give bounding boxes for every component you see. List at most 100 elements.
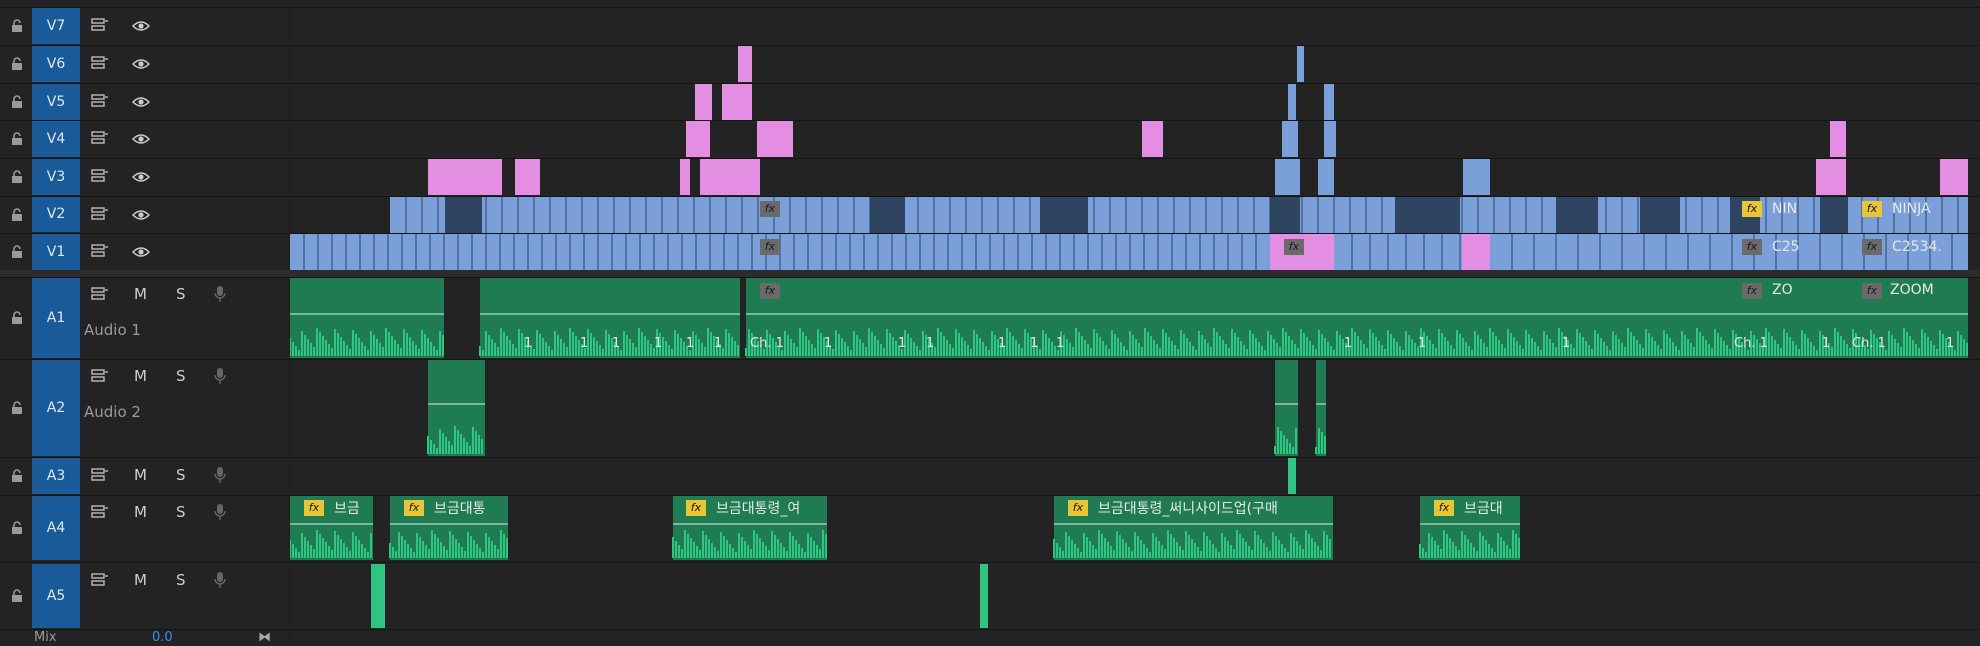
eye-icon[interactable] bbox=[131, 207, 151, 223]
v2-gap-clip[interactable] bbox=[445, 197, 482, 233]
v4-pink-clip[interactable] bbox=[686, 121, 710, 157]
solo-button[interactable]: S bbox=[176, 285, 186, 303]
v5-clip[interactable] bbox=[1324, 84, 1334, 120]
lock-icon[interactable] bbox=[10, 588, 24, 602]
eye-icon[interactable] bbox=[131, 244, 151, 260]
v3-pink-clip[interactable] bbox=[428, 159, 502, 195]
track-target-toggle[interactable]: A2 bbox=[32, 360, 80, 456]
track-target-toggle[interactable]: A5 bbox=[32, 564, 80, 628]
v3-pink-clip[interactable] bbox=[680, 159, 690, 195]
fx-badge[interactable]: fx bbox=[1284, 239, 1304, 255]
sync-lock-icon[interactable] bbox=[90, 17, 110, 33]
a5-audio-clip[interactable] bbox=[980, 564, 988, 628]
v6-pink-clip[interactable] bbox=[738, 46, 752, 82]
fx-badge[interactable]: fx bbox=[404, 500, 424, 516]
solo-button[interactable]: S bbox=[176, 571, 186, 589]
microphone-icon[interactable] bbox=[210, 367, 230, 384]
sync-lock-icon[interactable] bbox=[90, 572, 110, 588]
v5-clip[interactable] bbox=[1288, 84, 1296, 120]
lock-icon[interactable] bbox=[10, 207, 24, 221]
eye-icon[interactable] bbox=[131, 131, 151, 147]
mix-end-icon[interactable]: ⧓ bbox=[258, 630, 271, 645]
lock-icon[interactable] bbox=[10, 400, 24, 414]
fx-badge[interactable]: fx bbox=[1742, 239, 1762, 255]
v1-pink-clip[interactable] bbox=[1462, 234, 1490, 270]
v3-pink-clip[interactable] bbox=[1816, 159, 1846, 195]
timeline-area[interactable] bbox=[290, 0, 1980, 646]
mute-button[interactable]: M bbox=[134, 466, 147, 484]
fx-badge[interactable]: fx bbox=[1068, 500, 1088, 516]
fx-badge[interactable]: fx bbox=[304, 500, 324, 516]
lock-icon[interactable] bbox=[10, 310, 24, 324]
v2-gap-clip[interactable] bbox=[1270, 197, 1300, 233]
lock-icon[interactable] bbox=[10, 131, 24, 145]
mute-button[interactable]: M bbox=[134, 285, 147, 303]
track-target-toggle[interactable]: A3 bbox=[32, 458, 80, 494]
fx-badge[interactable]: fx bbox=[1742, 283, 1762, 299]
lock-icon[interactable] bbox=[10, 468, 24, 482]
fx-badge[interactable]: fx bbox=[760, 283, 780, 299]
sync-lock-icon[interactable] bbox=[90, 206, 110, 222]
sync-lock-icon[interactable] bbox=[90, 93, 110, 109]
sync-lock-icon[interactable] bbox=[90, 368, 110, 384]
v1-clip[interactable] bbox=[1334, 234, 1462, 270]
sync-lock-icon[interactable] bbox=[90, 286, 110, 302]
v5-pink-clip[interactable] bbox=[695, 84, 712, 120]
v4-clip[interactable] bbox=[1282, 121, 1298, 157]
track-target-toggle[interactable]: V7 bbox=[32, 8, 80, 44]
microphone-icon[interactable] bbox=[210, 285, 230, 302]
a3-audio-clip[interactable] bbox=[1288, 458, 1296, 494]
track-target-toggle[interactable]: V2 bbox=[32, 197, 80, 232]
v3-pink-clip[interactable] bbox=[1940, 159, 1968, 195]
v3-clip[interactable] bbox=[1318, 159, 1334, 195]
microphone-icon[interactable] bbox=[210, 503, 230, 520]
v5-pink-clip[interactable] bbox=[722, 84, 752, 120]
track-target-toggle[interactable]: V6 bbox=[32, 46, 80, 82]
eye-icon[interactable] bbox=[131, 94, 151, 110]
sync-lock-icon[interactable] bbox=[90, 467, 110, 483]
solo-button[interactable]: S bbox=[176, 503, 186, 521]
lock-icon[interactable] bbox=[10, 520, 24, 534]
fx-badge[interactable]: fx bbox=[1742, 201, 1762, 217]
eye-icon[interactable] bbox=[131, 169, 151, 185]
track-target-toggle[interactable]: V4 bbox=[32, 121, 80, 157]
v2-gap-clip[interactable] bbox=[1395, 197, 1460, 233]
fx-badge[interactable]: fx bbox=[1434, 500, 1454, 516]
mute-button[interactable]: M bbox=[134, 571, 147, 589]
mute-button[interactable]: M bbox=[134, 503, 147, 521]
v3-pink-clip[interactable] bbox=[515, 159, 540, 195]
fx-badge[interactable]: fx bbox=[1862, 239, 1882, 255]
v6-clip[interactable] bbox=[1297, 46, 1304, 82]
track-target-toggle[interactable]: A1 bbox=[32, 278, 80, 358]
lock-icon[interactable] bbox=[10, 94, 24, 108]
lock-icon[interactable] bbox=[10, 169, 24, 183]
mix-value[interactable]: 0.0 bbox=[152, 630, 173, 645]
v4-pink-clip[interactable] bbox=[757, 121, 793, 157]
microphone-icon[interactable] bbox=[210, 466, 230, 483]
v4-pink-clip[interactable] bbox=[1142, 121, 1163, 157]
v3-clip[interactable] bbox=[1275, 159, 1300, 195]
sync-lock-icon[interactable] bbox=[90, 504, 110, 520]
v2-gap-clip[interactable] bbox=[870, 197, 905, 233]
v2-gap-clip[interactable] bbox=[1640, 197, 1680, 233]
v2-gap-clip[interactable] bbox=[1820, 197, 1848, 233]
sync-lock-icon[interactable] bbox=[90, 130, 110, 146]
sync-lock-icon[interactable] bbox=[90, 243, 110, 259]
v4-clip[interactable] bbox=[1324, 121, 1336, 157]
v3-clip[interactable] bbox=[1463, 159, 1490, 195]
solo-button[interactable]: S bbox=[176, 367, 186, 385]
track-target-toggle[interactable]: V5 bbox=[32, 84, 80, 120]
mute-button[interactable]: M bbox=[134, 367, 147, 385]
track-target-toggle[interactable]: A4 bbox=[32, 496, 80, 560]
v4-pink-clip[interactable] bbox=[1830, 121, 1846, 157]
track-target-toggle[interactable]: V3 bbox=[32, 159, 80, 195]
lock-icon[interactable] bbox=[10, 18, 24, 32]
fx-badge[interactable]: fx bbox=[1862, 201, 1882, 217]
sync-lock-icon[interactable] bbox=[90, 168, 110, 184]
solo-button[interactable]: S bbox=[176, 466, 186, 484]
lock-icon[interactable] bbox=[10, 56, 24, 70]
microphone-icon[interactable] bbox=[210, 571, 230, 588]
a5-audio-clip[interactable] bbox=[371, 564, 385, 628]
a1-audio-clip[interactable] bbox=[290, 278, 444, 358]
v2-gap-clip[interactable] bbox=[1040, 197, 1088, 233]
